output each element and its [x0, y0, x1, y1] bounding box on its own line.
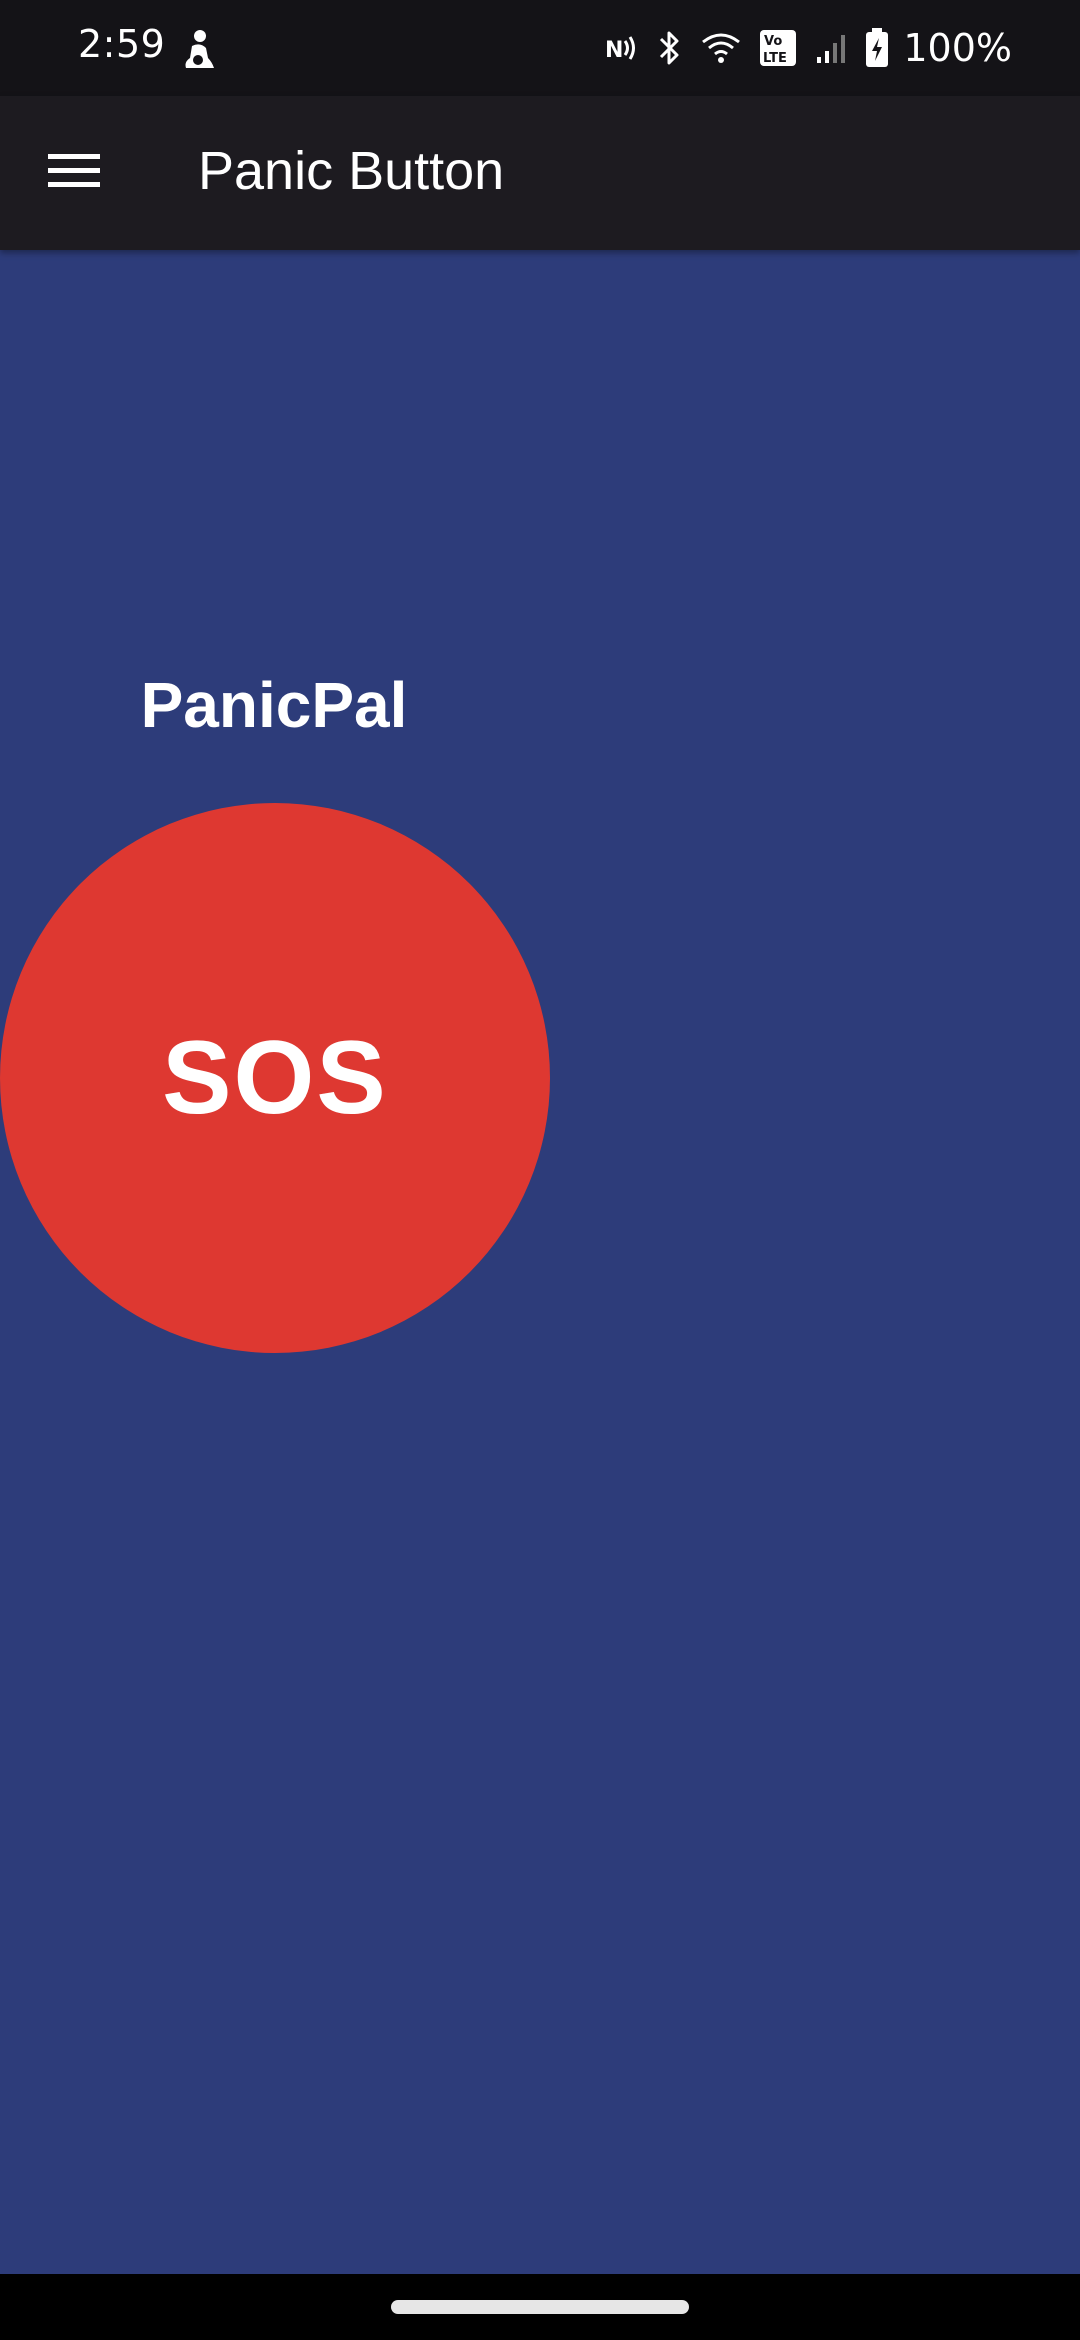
sos-button[interactable]: SOS [0, 803, 550, 1353]
brand-title: PanicPal [140, 669, 408, 741]
battery-percent: 100% [903, 26, 1012, 70]
menu-button[interactable] [30, 129, 118, 217]
wifi-icon [701, 32, 741, 64]
status-bar: 2:59 N Vo LTE 100% [0, 0, 1080, 96]
person-icon [178, 28, 218, 72]
home-gesture-handle[interactable] [391, 2300, 689, 2314]
nfc-icon: N [605, 33, 639, 63]
bluetooth-icon [657, 29, 683, 67]
svg-text:N: N [605, 38, 623, 63]
volte-icon: Vo LTE [759, 29, 797, 67]
status-time: 2:59 [78, 22, 166, 66]
app-bar: Panic Button [0, 96, 1080, 250]
page-title: Panic Button [198, 141, 505, 201]
svg-text:Vo: Vo [764, 34, 782, 49]
hamburger-menu-icon [48, 153, 100, 194]
navigation-bar [0, 2274, 1080, 2340]
status-icons: N Vo LTE 100% [605, 20, 1012, 76]
svg-text:LTE: LTE [763, 51, 787, 66]
battery-charging-icon [865, 28, 889, 68]
sos-label: SOS [162, 1019, 388, 1136]
signal-icon [815, 31, 847, 65]
